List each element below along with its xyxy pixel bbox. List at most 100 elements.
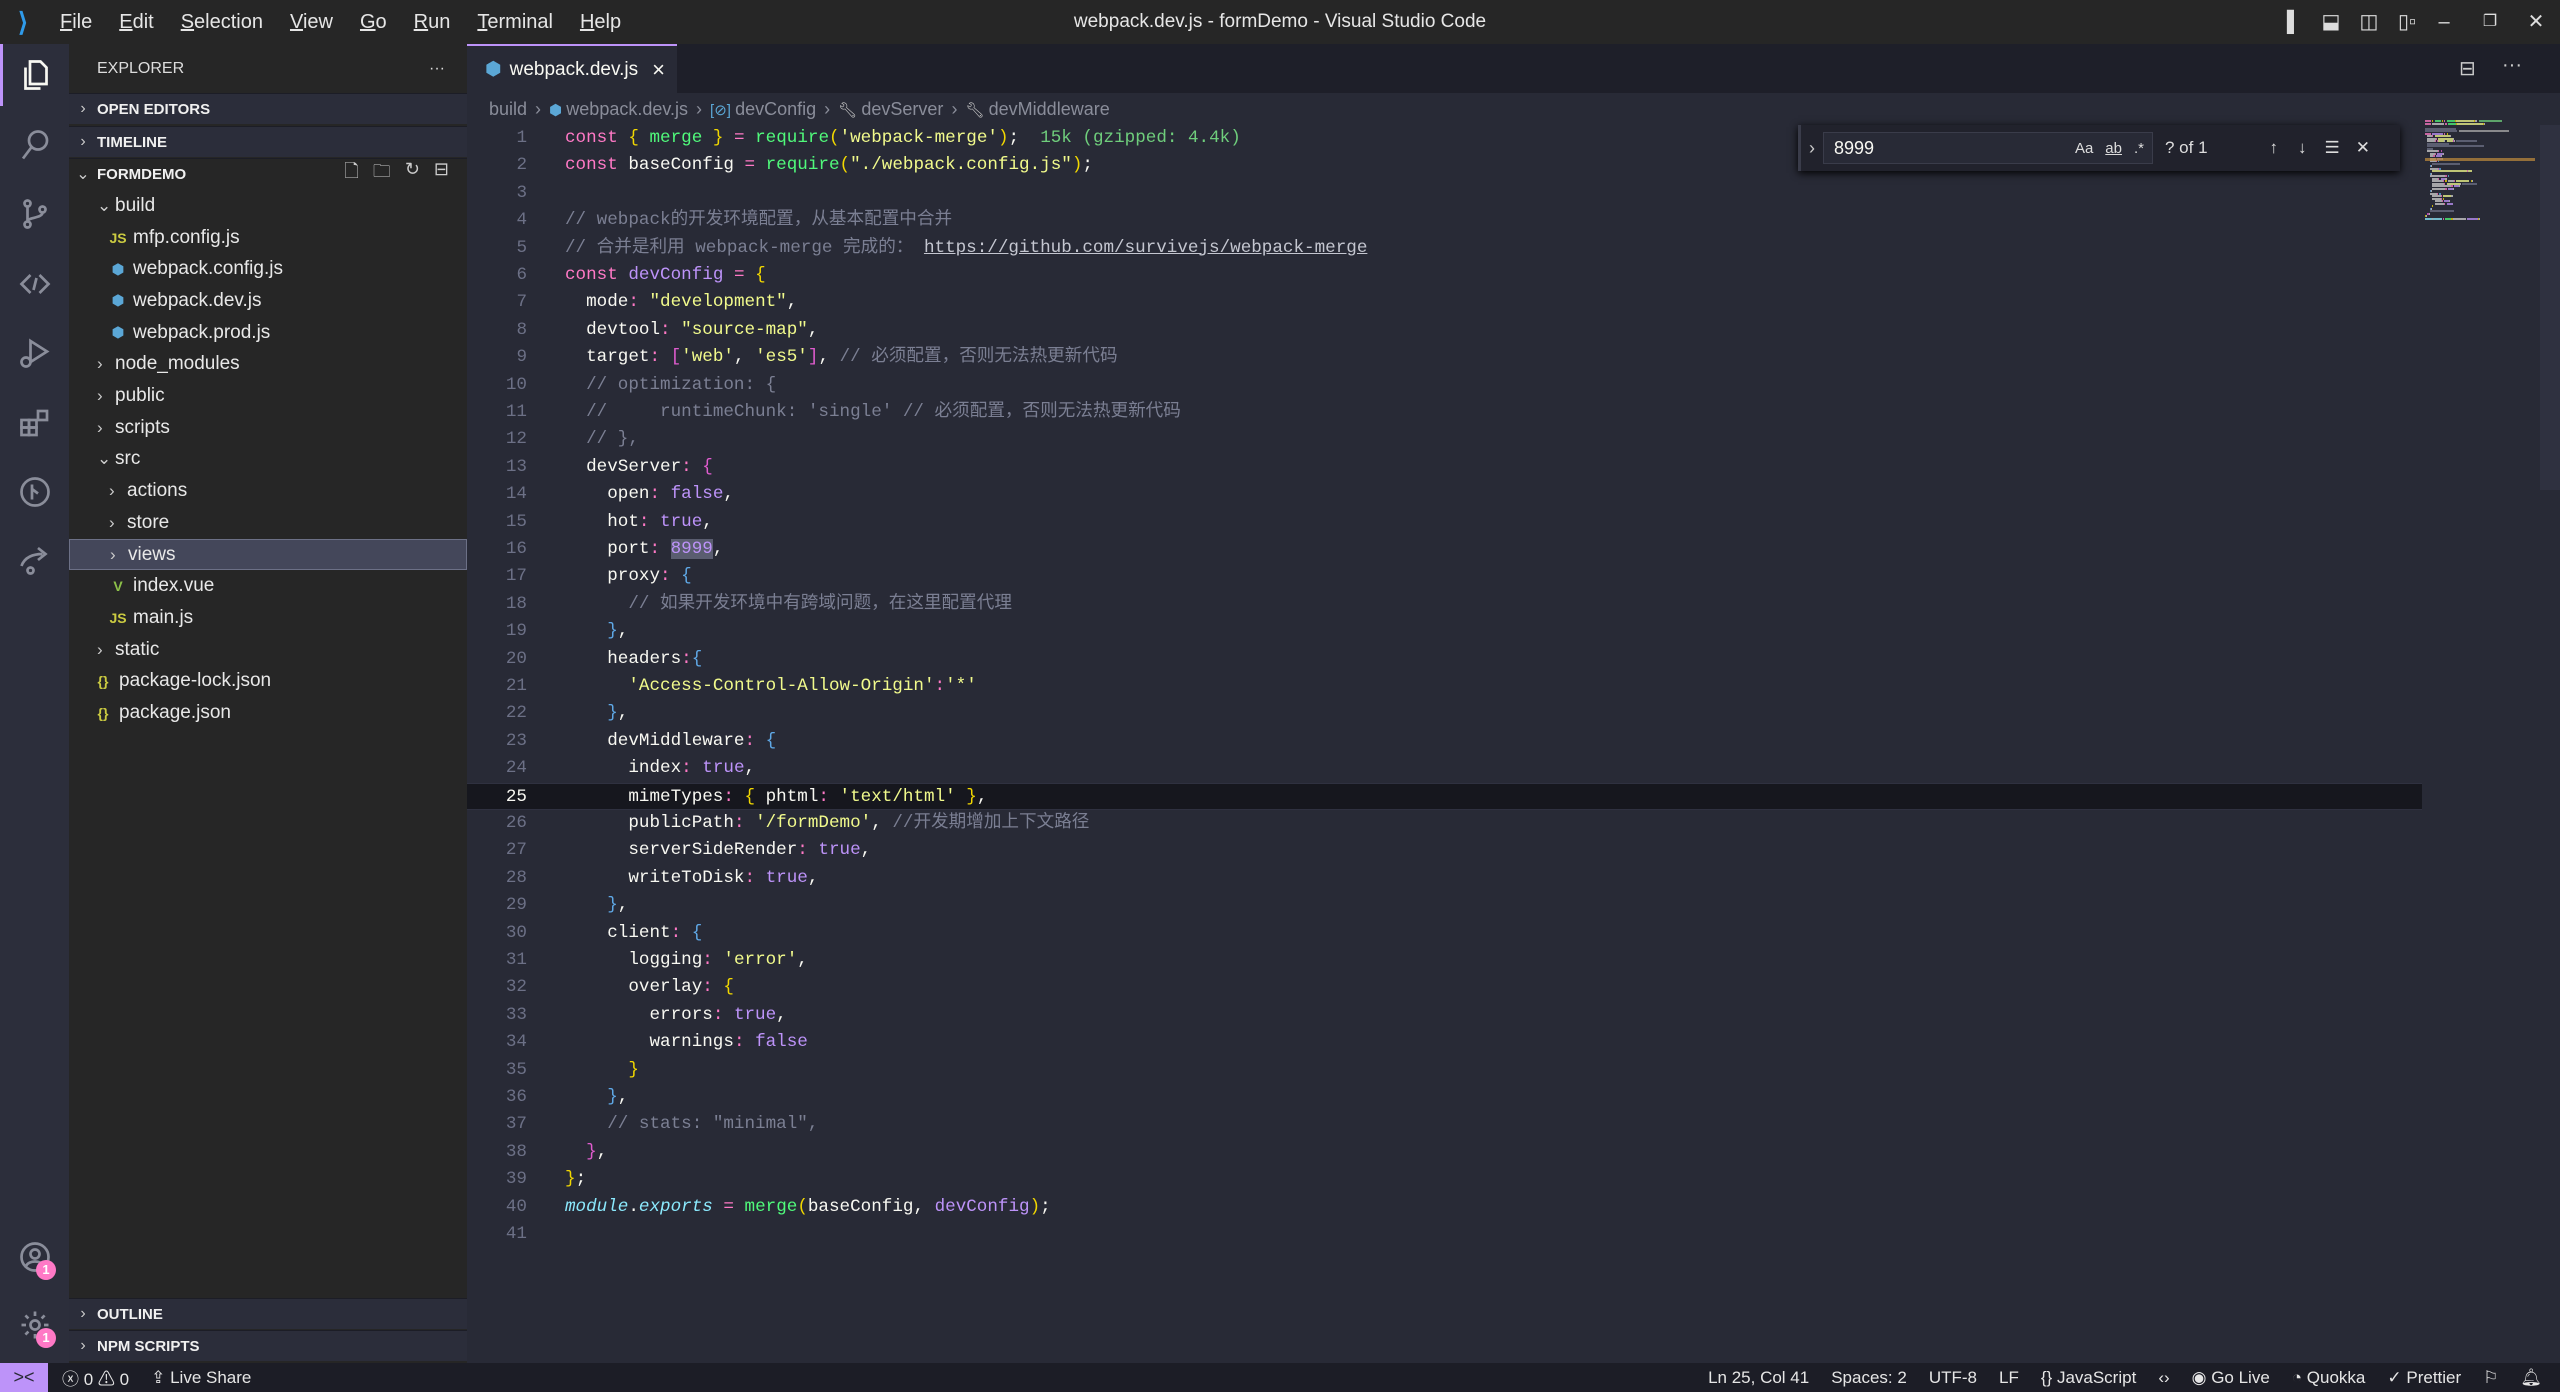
- tree-item[interactable]: JS mfp.config.js: [69, 222, 467, 254]
- go-live-button[interactable]: ◉ Go Live: [2192, 1368, 2270, 1388]
- refresh-icon[interactable]: ↻: [405, 159, 420, 189]
- tree-item[interactable]: › scripts: [69, 412, 467, 444]
- accounts-icon[interactable]: 1: [0, 1226, 69, 1288]
- explorer-icon[interactable]: [0, 44, 69, 106]
- cursor-position[interactable]: Ln 25, Col 41: [1708, 1368, 1809, 1388]
- next-match-icon[interactable]: ↓: [2298, 138, 2307, 158]
- language-mode[interactable]: {} JavaScript: [2041, 1368, 2136, 1388]
- code-line[interactable]: 8 devtool: "source-map",: [467, 317, 2422, 344]
- code-line[interactable]: 11 // runtimeChunk: 'single' // 必须配置，否则无…: [467, 399, 2422, 426]
- code-line[interactable]: 33 errors: true,: [467, 1002, 2422, 1029]
- extensions-icon[interactable]: [0, 392, 69, 454]
- project-section[interactable]: ⌄ FORMDEMO 🗋 🗀 ↻ ⊟: [69, 158, 467, 189]
- toggle-secondary-sidebar-icon[interactable]: ◫: [2355, 8, 2383, 36]
- search-icon[interactable]: [0, 114, 69, 176]
- collapse-all-icon[interactable]: ⊟: [434, 159, 449, 189]
- code-line[interactable]: 39};: [467, 1166, 2422, 1193]
- tree-item[interactable]: › store: [69, 507, 467, 539]
- tree-item[interactable]: ⌄ src: [69, 444, 467, 476]
- split-editor-icon[interactable]: ⊟: [2459, 56, 2476, 81]
- code-line[interactable]: 28 writeToDisk: true,: [467, 865, 2422, 892]
- find-input[interactable]: 8999 Aa ab .*: [1823, 132, 2153, 164]
- tree-item[interactable]: › public: [69, 380, 467, 412]
- toggle-panel-icon[interactable]: ⬓: [2317, 8, 2345, 36]
- code-line[interactable]: 13 devServer: {: [467, 454, 2422, 481]
- menu-selection[interactable]: Selection: [181, 11, 263, 34]
- tree-item[interactable]: ⌄ build: [69, 190, 467, 222]
- remote-explorer-icon[interactable]: [0, 253, 69, 315]
- code-line[interactable]: 15 hot: true,: [467, 509, 2422, 536]
- toggle-replace-icon[interactable]: ›: [1809, 138, 1815, 159]
- code-line[interactable]: 23 devMiddleware: {: [467, 728, 2422, 755]
- code-editor[interactable]: 1 const { merge } = require('webpack-merg…: [467, 125, 2560, 1363]
- code-line[interactable]: 29 },: [467, 892, 2422, 919]
- code-line[interactable]: 12 // },: [467, 426, 2422, 453]
- code-line[interactable]: 40 module.exports = merge(baseConfig, dev…: [467, 1194, 2422, 1221]
- outline-section[interactable]: › OUTLINE: [69, 1298, 467, 1329]
- code-line[interactable]: 16 port: 8999,: [467, 536, 2422, 563]
- code-line[interactable]: 36 },: [467, 1084, 2422, 1111]
- code-line[interactable]: 21 'Access-Control-Allow-Origin':'*': [467, 673, 2422, 700]
- code-line[interactable]: 18 // 如果开发环境中有跨域问题，在这里配置代理: [467, 591, 2422, 618]
- tree-item[interactable]: {} package.json: [69, 697, 467, 729]
- breadcrumb-item[interactable]: 🔧︎ devMiddleware: [965, 99, 1109, 120]
- menu-edit[interactable]: Edit: [119, 11, 153, 34]
- new-folder-icon[interactable]: 🗀: [373, 159, 391, 189]
- code-line[interactable]: 10 // optimization: {: [467, 372, 2422, 399]
- remote-indicator[interactable]: ><: [0, 1363, 48, 1392]
- notifications-bell-icon[interactable]: 🔔︎: [2520, 1368, 2542, 1388]
- previous-match-icon[interactable]: ↑: [2270, 138, 2279, 158]
- match-case-toggle[interactable]: Aa: [2075, 140, 2093, 157]
- indentation[interactable]: Spaces: 2: [1831, 1368, 1907, 1388]
- code-line[interactable]: 9 target: ['web', 'es5'], // 必须配置，否则无法热更…: [467, 344, 2422, 371]
- code-line[interactable]: 4 // webpack的开发环境配置，从基本配置中合并: [467, 207, 2422, 234]
- tree-item[interactable]: ⬢ webpack.config.js: [69, 253, 467, 285]
- git-graph-icon[interactable]: [0, 461, 69, 523]
- code-line[interactable]: 3: [467, 180, 2422, 207]
- find-in-selection-icon[interactable]: ☰: [2325, 138, 2340, 158]
- vertical-scrollbar[interactable]: [2540, 125, 2560, 1363]
- explorer-more-icon[interactable]: ···: [429, 60, 445, 78]
- tree-item[interactable]: JS main.js: [69, 602, 467, 634]
- new-file-icon[interactable]: 🗋: [344, 159, 358, 189]
- run-debug-icon[interactable]: [0, 322, 69, 384]
- code-line[interactable]: 31 logging: 'error',: [467, 947, 2422, 974]
- close-window-button[interactable]: ✕: [2522, 8, 2550, 36]
- code-line[interactable]: 35 }: [467, 1057, 2422, 1084]
- customize-layout-icon[interactable]: ▯▫: [2393, 8, 2421, 36]
- scrollbar-thumb[interactable]: [2540, 125, 2560, 490]
- menu-terminal[interactable]: Terminal: [477, 11, 553, 34]
- tree-item[interactable]: › views: [69, 538, 467, 571]
- breadcrumb-item[interactable]: build: [489, 99, 527, 120]
- match-whole-word-toggle[interactable]: ab: [2105, 140, 2122, 157]
- editor-more-icon[interactable]: ···: [2502, 54, 2522, 77]
- live-share-icon[interactable]: [0, 529, 69, 591]
- settings-gear-icon[interactable]: 1: [0, 1294, 69, 1356]
- code-line[interactable]: 14 open: false,: [467, 481, 2422, 508]
- tree-item[interactable]: › actions: [69, 475, 467, 507]
- code-line[interactable]: 30 client: {: [467, 920, 2422, 947]
- tree-item[interactable]: ⬢ webpack.dev.js: [69, 285, 467, 317]
- code-line[interactable]: 38 },: [467, 1139, 2422, 1166]
- breadcrumb-item[interactable]: [⊘] devConfig: [710, 99, 816, 120]
- code-line[interactable]: 5 // 合并是利用 webpack-merge 完成的： https://git…: [467, 235, 2422, 262]
- close-find-icon[interactable]: ✕: [2356, 138, 2370, 158]
- tab-close-icon[interactable]: ×: [652, 57, 665, 83]
- code-line[interactable]: 19 },: [467, 618, 2422, 645]
- encoding[interactable]: UTF-8: [1929, 1368, 1977, 1388]
- code-line[interactable]: 32 overlay: {: [467, 974, 2422, 1001]
- code-line[interactable]: 6 const devConfig = {: [467, 262, 2422, 289]
- use-regex-toggle[interactable]: .*: [2134, 140, 2144, 157]
- problems-indicator[interactable]: ⓧ 0 ⚠ 0: [62, 1365, 129, 1390]
- code-line[interactable]: 34 warnings: false: [467, 1029, 2422, 1056]
- breadcrumb-item[interactable]: 🔧︎ devServer: [838, 99, 943, 120]
- tab-webpack-dev-js[interactable]: ⬢ webpack.dev.js ×: [467, 44, 677, 93]
- menu-view[interactable]: View: [290, 11, 333, 34]
- timeline-section[interactable]: › TIMELINE: [69, 126, 467, 157]
- tree-item[interactable]: {} package-lock.json: [69, 666, 467, 698]
- breadcrumb-item[interactable]: ⬢ webpack.dev.js: [549, 99, 688, 120]
- restore-button[interactable]: ❐: [2476, 8, 2504, 36]
- tree-item[interactable]: › static: [69, 634, 467, 666]
- live-share-status[interactable]: ⇪ Live Share: [151, 1368, 251, 1388]
- quokka-button[interactable]: ◔ Quokka: [2292, 1368, 2366, 1388]
